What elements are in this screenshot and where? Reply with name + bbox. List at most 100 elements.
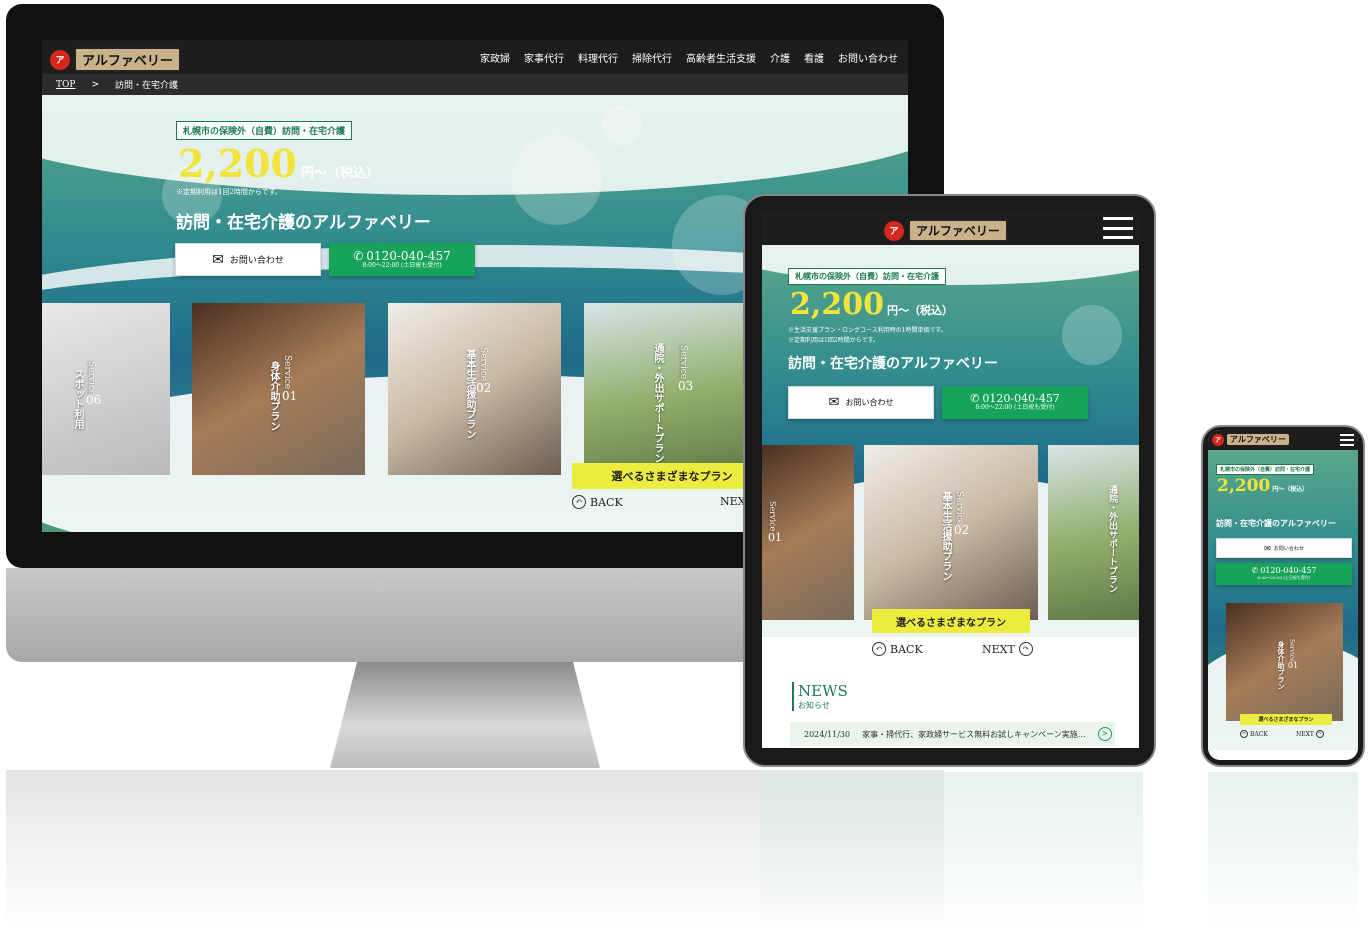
back-control[interactable]: ↶ BACK bbox=[872, 642, 923, 656]
hero-price: 2,200 円〜（税込） bbox=[178, 141, 379, 186]
phone-button[interactable]: ✆ 0120-040-457 8:00〜22:00 (土日祝も受付) bbox=[1216, 563, 1352, 585]
contact-button[interactable]: ✉ お問い合わせ bbox=[788, 386, 934, 419]
service-card[interactable]: 通院・外出サポートプラン bbox=[1048, 445, 1139, 620]
back-control[interactable]: ↶ BACK bbox=[1240, 730, 1268, 738]
card-number: 03 bbox=[678, 379, 694, 393]
tablet-screen: ア アルファベリー 札幌市の保険外（自費）訪問・在宅介護 2,200 円〜（税込… bbox=[762, 212, 1139, 748]
nav-item-kaseifu[interactable]: 家政婦 bbox=[480, 50, 510, 65]
hamburger-menu-icon[interactable] bbox=[1103, 217, 1133, 239]
nav-item-contact[interactable]: お問い合わせ bbox=[838, 50, 898, 65]
hero-price: 2,200 円〜（税込） bbox=[1217, 476, 1308, 496]
card-service: Service bbox=[282, 355, 292, 390]
tablet-reflection bbox=[760, 772, 1143, 932]
back-control[interactable]: ↶ BACK bbox=[572, 495, 623, 509]
hero-note: ※生活支援プラン・ロングコース利用時の1時間単価です。 bbox=[788, 327, 947, 334]
service-card[interactable]: 通院・外出サポートプラン Service 03 bbox=[584, 303, 757, 475]
service-card[interactable]: Service 01 bbox=[762, 445, 854, 620]
back-label: BACK bbox=[1250, 730, 1268, 738]
service-card[interactable]: スポット利用 Service 06 bbox=[42, 303, 170, 475]
phone-button[interactable]: ✆ 0120-040-457 8:00〜22:00 (土日祝も受付) bbox=[329, 243, 475, 276]
card-label: 基本生活援助プラン bbox=[940, 491, 951, 581]
hero-badge: 札幌市の保険外（自費）訪問・在宅介護 bbox=[788, 268, 946, 285]
card-service: Service bbox=[478, 347, 488, 382]
breadcrumb-home[interactable]: TOP bbox=[56, 80, 75, 90]
nav-item-ryoridaiko[interactable]: 料理代行 bbox=[578, 50, 618, 65]
logo-mark-icon: ア bbox=[1212, 433, 1224, 446]
next-label: NEXT bbox=[1296, 730, 1314, 738]
card-number: 01 bbox=[282, 389, 298, 403]
phone-number: 0120-040-457 bbox=[366, 248, 451, 263]
phone-button[interactable]: ✆ 0120-040-457 8:00〜22:00 (土日祝も受付) bbox=[942, 386, 1088, 419]
plan-banner: 選べるさまざまなプラン bbox=[872, 609, 1030, 633]
next-control[interactable]: NEXT ↷ bbox=[982, 642, 1033, 656]
next-control[interactable]: NEXT ↷ bbox=[1296, 730, 1324, 738]
hero-note: ※定期利用は1回2時間からです。 bbox=[788, 337, 879, 344]
price-unit: 円〜（税込） bbox=[1272, 486, 1309, 493]
logo-text: アルファベリー bbox=[74, 47, 181, 72]
nav-item-sojidaiko[interactable]: 掃除代行 bbox=[632, 50, 672, 65]
contact-button[interactable]: ✉ お問い合わせ bbox=[1216, 538, 1352, 558]
service-card[interactable]: 基本生活援助プラン Service 02 bbox=[864, 445, 1038, 620]
service-card[interactable]: 基本生活援助プラン Service 02 bbox=[388, 303, 561, 475]
site-logo[interactable]: ア アルファベリー bbox=[884, 219, 1008, 242]
phone-screen: ア アルファベリー 札幌市の保険外（自費）訪問・在宅介護 2,200 円〜（税込… bbox=[1208, 430, 1358, 760]
news-item[interactable]: 2024/11/30 家事・掃代行、家政婦サービス無料お試しキャンペーン実施… … bbox=[790, 722, 1115, 746]
hero-title: 訪問・在宅介護のアルファベリー bbox=[176, 213, 431, 233]
card-service: Service bbox=[768, 501, 777, 532]
card-number: 02 bbox=[954, 523, 970, 537]
tablet-header: ア アルファベリー bbox=[762, 212, 1139, 245]
next-arrow-icon: ↷ bbox=[1315, 730, 1324, 738]
nav-item-kango[interactable]: 看護 bbox=[804, 50, 824, 65]
news-date: 2024/11/30 bbox=[804, 729, 851, 739]
card-label: スポット利用 bbox=[72, 369, 83, 429]
nav-item-kaigo[interactable]: 介護 bbox=[770, 50, 790, 65]
back-arrow-icon: ↶ bbox=[872, 642, 886, 656]
mail-icon: ✉ bbox=[1264, 543, 1271, 553]
service-card[interactable]: 身体介助プラン Service 01 bbox=[192, 303, 365, 475]
price-unit: 円〜（税込） bbox=[886, 304, 953, 317]
bubble-shape bbox=[1062, 305, 1122, 365]
hamburger-menu-icon[interactable] bbox=[1340, 434, 1354, 446]
service-card[interactable]: 身体介助プラン Service 01 bbox=[1226, 603, 1343, 721]
price-unit: 円〜（税込） bbox=[301, 166, 380, 181]
logo-text: アルファベリー bbox=[1226, 433, 1290, 446]
hero-price: 2,200 円〜（税込） bbox=[790, 287, 953, 322]
plan-banner: 選べるさまざまなプラン bbox=[572, 463, 772, 489]
back-label: BACK bbox=[590, 495, 623, 509]
mail-icon: ✉ bbox=[212, 251, 224, 268]
breadcrumb-separator: > bbox=[91, 79, 99, 90]
hero-badge: 札幌市の保険外（自費）訪問・在宅介護 bbox=[176, 121, 353, 140]
back-arrow-icon: ↶ bbox=[1240, 730, 1248, 738]
contact-button[interactable]: ✉ お問い合わせ bbox=[175, 243, 321, 276]
card-service: Service bbox=[678, 345, 688, 380]
price-value: 2,200 bbox=[1217, 476, 1271, 496]
contact-label: お問い合わせ bbox=[845, 398, 894, 407]
card-service: Service bbox=[86, 361, 96, 396]
card-label: 通院・外出サポートプラン bbox=[652, 343, 663, 463]
desktop-stand bbox=[330, 662, 600, 768]
card-label: 身体介助プラン bbox=[1277, 641, 1286, 690]
news-subtitle: お知らせ bbox=[798, 701, 830, 710]
card-service: Service bbox=[954, 491, 964, 526]
site-header: ア アルファベリー 家政婦 家事代行 料理代行 掃除代行 高齢者生活支援 介護 … bbox=[42, 40, 908, 74]
hero-section: 札幌市の保険外（自費）訪問・在宅介護 2,200 円〜（税込） 訪問・在宅介護の… bbox=[1208, 450, 1358, 750]
nav-item-elderly-support[interactable]: 高齢者生活支援 bbox=[686, 50, 756, 65]
card-number: 01 bbox=[1288, 661, 1299, 670]
news-heading: NEWS お知らせ bbox=[792, 682, 848, 711]
logo-mark-icon: ア bbox=[884, 220, 904, 241]
back-label: BACK bbox=[890, 642, 923, 656]
nav-item-kajidaiko[interactable]: 家事代行 bbox=[524, 50, 564, 65]
contact-label: お問い合わせ bbox=[229, 256, 284, 266]
site-logo[interactable]: ア アルファベリー bbox=[1212, 433, 1290, 446]
hero-badge: 札幌市の保険外（自費）訪問・在宅介護 bbox=[1216, 464, 1315, 475]
bubble-shape bbox=[512, 135, 602, 225]
hero-title: 訪問・在宅介護のアルファベリー bbox=[1216, 518, 1336, 528]
site-logo[interactable]: ア アルファベリー bbox=[50, 47, 181, 72]
phone-header: ア アルファベリー bbox=[1208, 430, 1358, 450]
logo-text: アルファベリー bbox=[908, 219, 1008, 242]
bubble-shape bbox=[602, 105, 642, 145]
card-number: 06 bbox=[86, 393, 102, 407]
phone-hours: 8:00〜22:00 (土日祝も受付) bbox=[362, 261, 442, 269]
breadcrumb: TOP > 訪問・在宅介護 bbox=[42, 74, 908, 95]
back-arrow-icon: ↶ bbox=[572, 495, 586, 509]
